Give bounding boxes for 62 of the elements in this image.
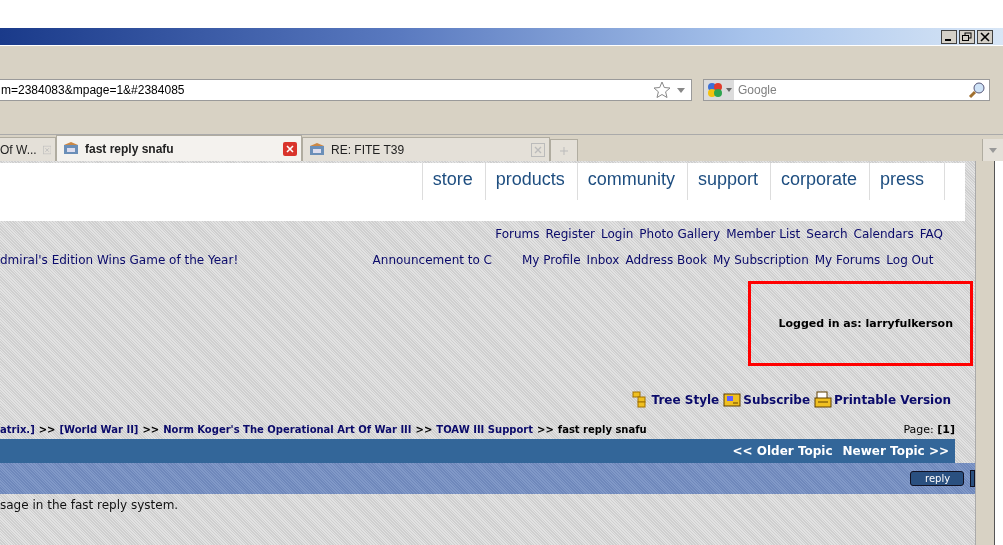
breadcrumb-link[interactable]: TOAW III Support (436, 423, 534, 435)
forum-link[interactable]: Search (806, 227, 848, 247)
address-field[interactable]: m=2384083&mpage=1&#2384085 (0, 79, 692, 101)
envelope-icon[interactable] (723, 391, 742, 408)
topic-link[interactable]: Newer Topic >> (842, 444, 949, 458)
minimize-icon[interactable] (941, 29, 957, 44)
tab-list-button[interactable] (982, 139, 1003, 161)
site-icon (63, 141, 79, 156)
message-text: sage in the fast reply system. (0, 497, 180, 514)
tool-link[interactable]: Subscribe (743, 392, 811, 407)
breadcrumb-separator: >> (38, 423, 56, 435)
breadcrumb-separator: >> (142, 423, 160, 435)
forum-link[interactable]: Forums (495, 227, 540, 247)
dropdown-icon[interactable] (677, 87, 685, 93)
browser-tab[interactable]: RE: FITE T39 (302, 137, 550, 161)
headline-link[interactable]: dmiral's Edition Wins Game of the Year! (0, 253, 239, 267)
breadcrumb-link[interactable]: atrix.] (0, 423, 35, 435)
star-icon[interactable] (653, 81, 671, 99)
breadcrumb-separator: >> (537, 423, 554, 435)
browser-tab[interactable]: Of W... (0, 137, 56, 161)
nav-link[interactable]: support (686, 163, 770, 200)
breadcrumb-link[interactable]: [World War II] (59, 423, 139, 435)
breadcrumb-separator: >> (415, 423, 433, 435)
forum-link[interactable]: Login (600, 227, 634, 247)
nav-link[interactable]: corporate (769, 163, 869, 200)
site-icon (309, 142, 325, 157)
nav-link[interactable]: press (869, 163, 945, 200)
forum-link[interactable]: Register (545, 227, 595, 247)
page-label: Page: (903, 422, 934, 436)
nav-link[interactable]: community (576, 163, 687, 200)
browser-tab[interactable]: fast reply snafu (56, 135, 302, 161)
user-link[interactable]: My Profile (522, 253, 581, 267)
scrollbar[interactable] (975, 161, 995, 545)
printer-icon[interactable] (814, 391, 833, 408)
page-number[interactable]: [1] (937, 422, 955, 436)
current-topic: fast reply snafu (557, 423, 647, 435)
login-status: Logged in as: larryfulkerson (778, 317, 953, 330)
user-link[interactable]: My Forums (814, 253, 881, 267)
topic-link[interactable]: << Older Topic (732, 444, 833, 458)
forum-link[interactable]: Photo Gallery (639, 227, 721, 247)
caret-icon[interactable] (989, 147, 997, 153)
forum-link[interactable]: FAQ (919, 227, 943, 247)
user-link[interactable]: Address Book (625, 253, 707, 267)
forum-link[interactable]: Member List (726, 227, 801, 247)
search-box[interactable]: Google (703, 79, 990, 101)
restore-icon[interactable] (959, 29, 975, 44)
headline-link[interactable]: Announcement to C (372, 253, 492, 267)
close-icon[interactable] (977, 29, 993, 44)
partial-button[interactable] (970, 470, 975, 487)
user-link[interactable]: My Subscription (712, 253, 809, 267)
reply-button[interactable]: reply (910, 471, 964, 486)
forum-link[interactable]: Calendars (853, 227, 914, 247)
nav-link[interactable]: products (484, 163, 577, 200)
close-tab-icon[interactable] (283, 141, 297, 156)
nav-link[interactable]: store (421, 163, 485, 200)
breadcrumb-link[interactable]: Norm Koger's The Operational Art Of War III (163, 423, 412, 435)
tool-link[interactable]: Printable Version (834, 392, 951, 407)
search-icon[interactable] (968, 81, 986, 99)
tool-link[interactable]: Tree Style (651, 392, 720, 407)
search-engine-icon[interactable] (704, 80, 734, 100)
user-link[interactable]: Log Out (886, 253, 934, 267)
user-link[interactable]: Inbox (586, 253, 620, 267)
